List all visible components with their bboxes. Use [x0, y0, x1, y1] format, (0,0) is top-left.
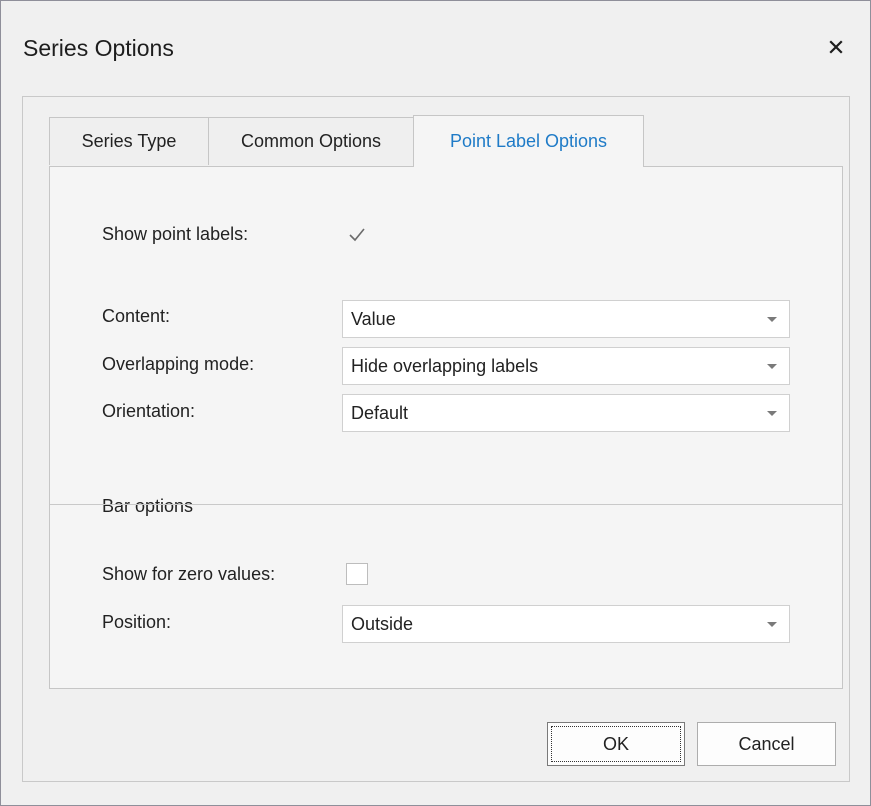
content-combobox[interactable]: Value — [342, 300, 790, 338]
cancel-button-label: Cancel — [738, 733, 795, 754]
overlapping-mode-label: Overlapping mode: — [102, 354, 255, 374]
ok-button[interactable]: OK — [547, 722, 685, 766]
orientation-value: Default — [351, 403, 409, 423]
section-divider — [50, 504, 842, 505]
title-bar: Series Options — [1, 1, 870, 97]
content-label: Content: — [102, 306, 171, 326]
show-point-labels-checkbox[interactable] — [346, 224, 368, 246]
orientation-combobox[interactable]: Default — [342, 394, 790, 432]
focus-rectangle — [551, 726, 681, 762]
chevron-down-icon — [767, 411, 777, 416]
content-area: Series Type Common Options Point Label O… — [22, 96, 850, 782]
series-options-dialog: Series Options Series Type Common Option… — [0, 0, 871, 806]
chevron-down-icon — [767, 364, 777, 369]
position-combobox[interactable]: Outside — [342, 605, 790, 643]
tab-common-options[interactable]: Common Options — [208, 117, 414, 165]
content-value: Value — [351, 309, 396, 329]
point-label-options-panel: Show point labels: Content: Value Overla… — [49, 166, 843, 689]
position-value: Outside — [351, 614, 414, 634]
position-label: Position: — [102, 612, 172, 632]
overlapping-mode-value: Hide overlapping labels — [351, 356, 539, 376]
overlapping-mode-combobox[interactable]: Hide overlapping labels — [342, 347, 790, 385]
close-button[interactable] — [822, 33, 850, 61]
dialog-title: Series Options — [23, 35, 174, 61]
close-icon — [829, 40, 843, 54]
checkmark-icon — [349, 228, 365, 242]
tab-point-label-options[interactable]: Point Label Options — [413, 115, 644, 167]
chevron-down-icon — [767, 317, 777, 322]
tab-label: Common Options — [240, 131, 382, 151]
show-point-labels-label: Show point labels: — [102, 224, 249, 244]
bar-options-header: Bar options — [102, 496, 194, 516]
chevron-down-icon — [767, 622, 777, 627]
cancel-button[interactable]: Cancel — [697, 722, 836, 766]
tab-label: Point Label Options — [449, 131, 608, 151]
tab-series-type[interactable]: Series Type — [49, 117, 209, 165]
tab-label: Series Type — [81, 131, 177, 151]
show-for-zero-values-checkbox[interactable] — [346, 563, 368, 585]
orientation-label: Orientation: — [102, 401, 196, 421]
show-for-zero-values-label: Show for zero values: — [102, 564, 276, 584]
